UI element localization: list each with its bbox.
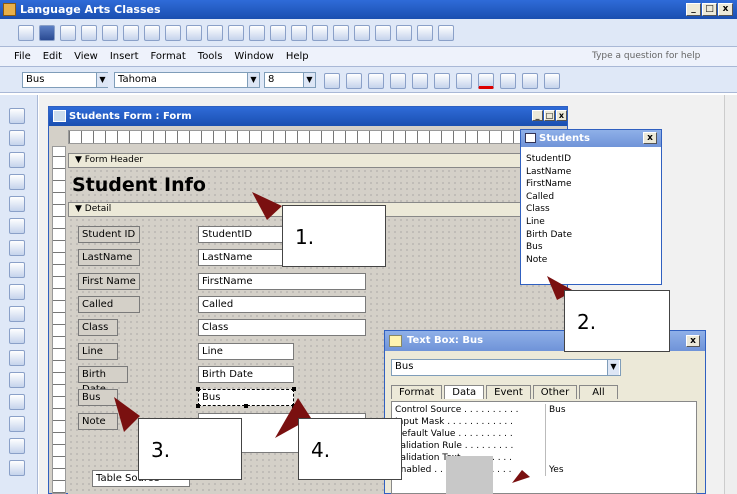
- callout-3: 3.: [138, 418, 242, 480]
- arrow-3: [114, 397, 140, 432]
- arrow-1: [252, 192, 282, 220]
- callout-1: 1.: [282, 205, 386, 267]
- callout-4: 4.: [298, 418, 402, 480]
- callout-2: 2.: [564, 290, 670, 352]
- arrow-5: [512, 470, 530, 483]
